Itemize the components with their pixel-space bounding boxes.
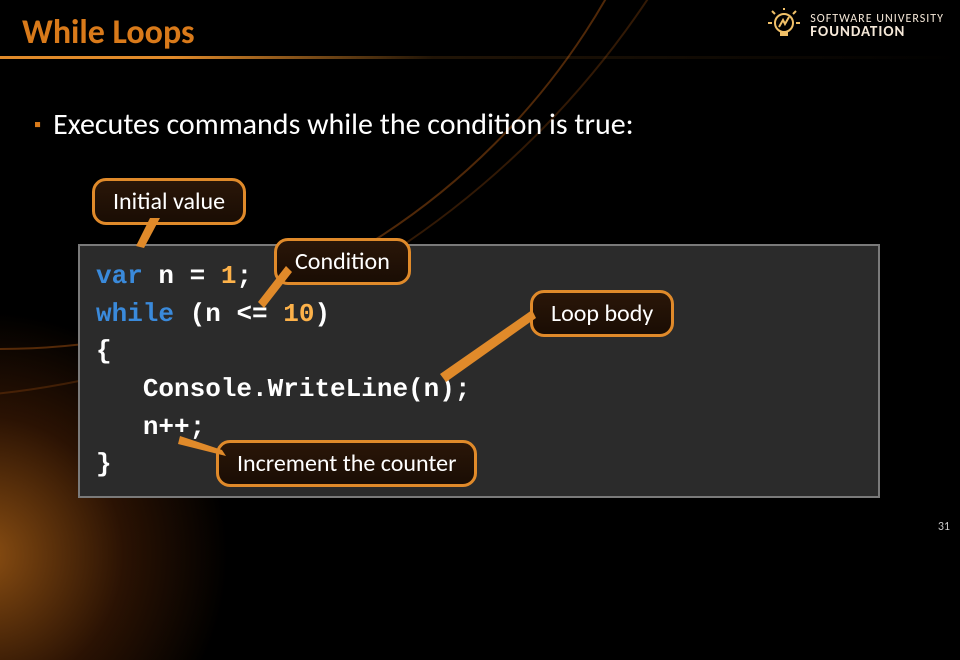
logo: SOFTWARE UNIVERSITY FOUNDATION xyxy=(766,8,944,44)
slide-title: While Loops xyxy=(22,12,195,53)
logo-text: SOFTWARE UNIVERSITY FOUNDATION xyxy=(810,13,944,40)
bullet-icon: ▪ xyxy=(34,113,41,137)
title-underline xyxy=(0,56,960,59)
callout-condition: Condition xyxy=(274,238,411,285)
logo-line2: FOUNDATION xyxy=(810,25,944,40)
code-block: var n = 1; while (n <= 10) { Console.Wri… xyxy=(78,244,880,498)
page-number: 31 xyxy=(938,520,950,534)
callout-initial-value: Initial value xyxy=(92,178,246,225)
lightbulb-icon xyxy=(766,8,802,44)
bullet-text: Executes commands while the condition is… xyxy=(53,106,634,143)
callout-increment: Increment the counter xyxy=(216,440,477,487)
callout-loop-body: Loop body xyxy=(530,290,674,337)
bullet-line: ▪ Executes commands while the condition … xyxy=(34,106,634,143)
